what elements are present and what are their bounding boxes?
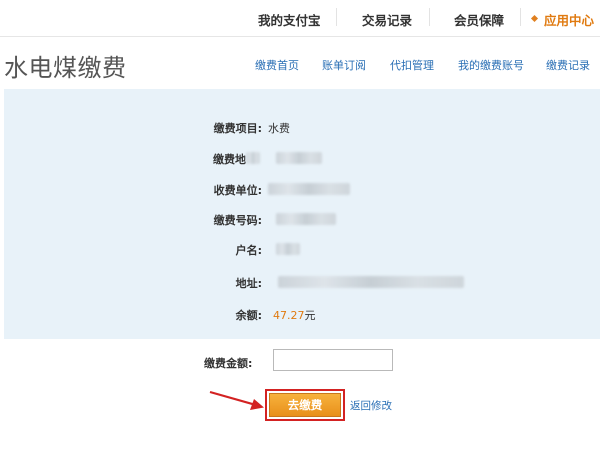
red-arrow-icon xyxy=(209,390,264,410)
subnav-payment-home[interactable]: 缴费首页 xyxy=(255,57,299,73)
payment-amount-label: 缴费金额: xyxy=(204,357,253,370)
row-address: 地址: xyxy=(150,275,262,295)
nav-app-center[interactable]: 应用中心 xyxy=(544,10,594,29)
row-payment-item: 缴费项目: xyxy=(150,120,262,140)
redacted-billing-unit xyxy=(268,183,350,195)
payment-amount-input[interactable] xyxy=(273,349,393,371)
nav-transactions[interactable]: 交易记录 xyxy=(362,10,412,29)
nav-divider xyxy=(520,8,521,26)
address-label: 地址: xyxy=(235,277,262,290)
top-navigation: 我的支付宝 交易记录 会员保障 应用中心 xyxy=(0,0,600,37)
balance-unit: 元 xyxy=(304,309,316,322)
subnav-autopay-management[interactable]: 代扣管理 xyxy=(390,57,434,73)
redacted-address xyxy=(278,276,464,288)
row-balance: 余额: xyxy=(150,307,262,327)
nav-member-protection[interactable]: 会员保障 xyxy=(454,10,504,29)
page-title: 水电煤缴费 xyxy=(4,54,127,82)
subnav-bill-subscription[interactable]: 账单订阅 xyxy=(322,57,366,73)
balance-label: 余额: xyxy=(235,309,262,322)
billing-unit-label: 收费单位: xyxy=(213,184,262,197)
payment-number-label: 缴费号码: xyxy=(213,214,262,227)
redacted-account-name xyxy=(276,243,300,255)
nav-my-alipay[interactable]: 我的支付宝 xyxy=(258,10,321,29)
subnav-my-payment-accounts[interactable]: 我的缴费账号 xyxy=(458,57,524,73)
balance-value: 47.27 xyxy=(273,309,305,322)
row-payment-area: 缴费地 xyxy=(150,151,246,171)
redacted-area xyxy=(246,152,260,164)
payment-item-value: 水费 xyxy=(268,122,290,135)
row-payment-number: 缴费号码: xyxy=(150,212,262,232)
row-account-name: 户名: xyxy=(150,242,262,262)
payment-area-label: 缴费地 xyxy=(213,153,246,166)
pay-button[interactable]: 去缴费 xyxy=(269,393,341,417)
balance-amount: 47.27元 xyxy=(273,307,316,323)
subnav-payment-records[interactable]: 缴费记录 xyxy=(546,57,590,73)
nav-divider xyxy=(336,8,337,26)
redacted-payment-number xyxy=(276,213,336,225)
payment-item-label: 缴费项目: xyxy=(213,122,262,135)
diamond-bullet-icon xyxy=(530,14,539,23)
account-name-label: 户名: xyxy=(235,244,262,257)
redacted-area-value xyxy=(276,152,322,164)
row-billing-unit: 收费单位: xyxy=(150,182,262,202)
nav-divider xyxy=(429,8,430,26)
back-modify-link[interactable]: 返回修改 xyxy=(350,398,392,413)
